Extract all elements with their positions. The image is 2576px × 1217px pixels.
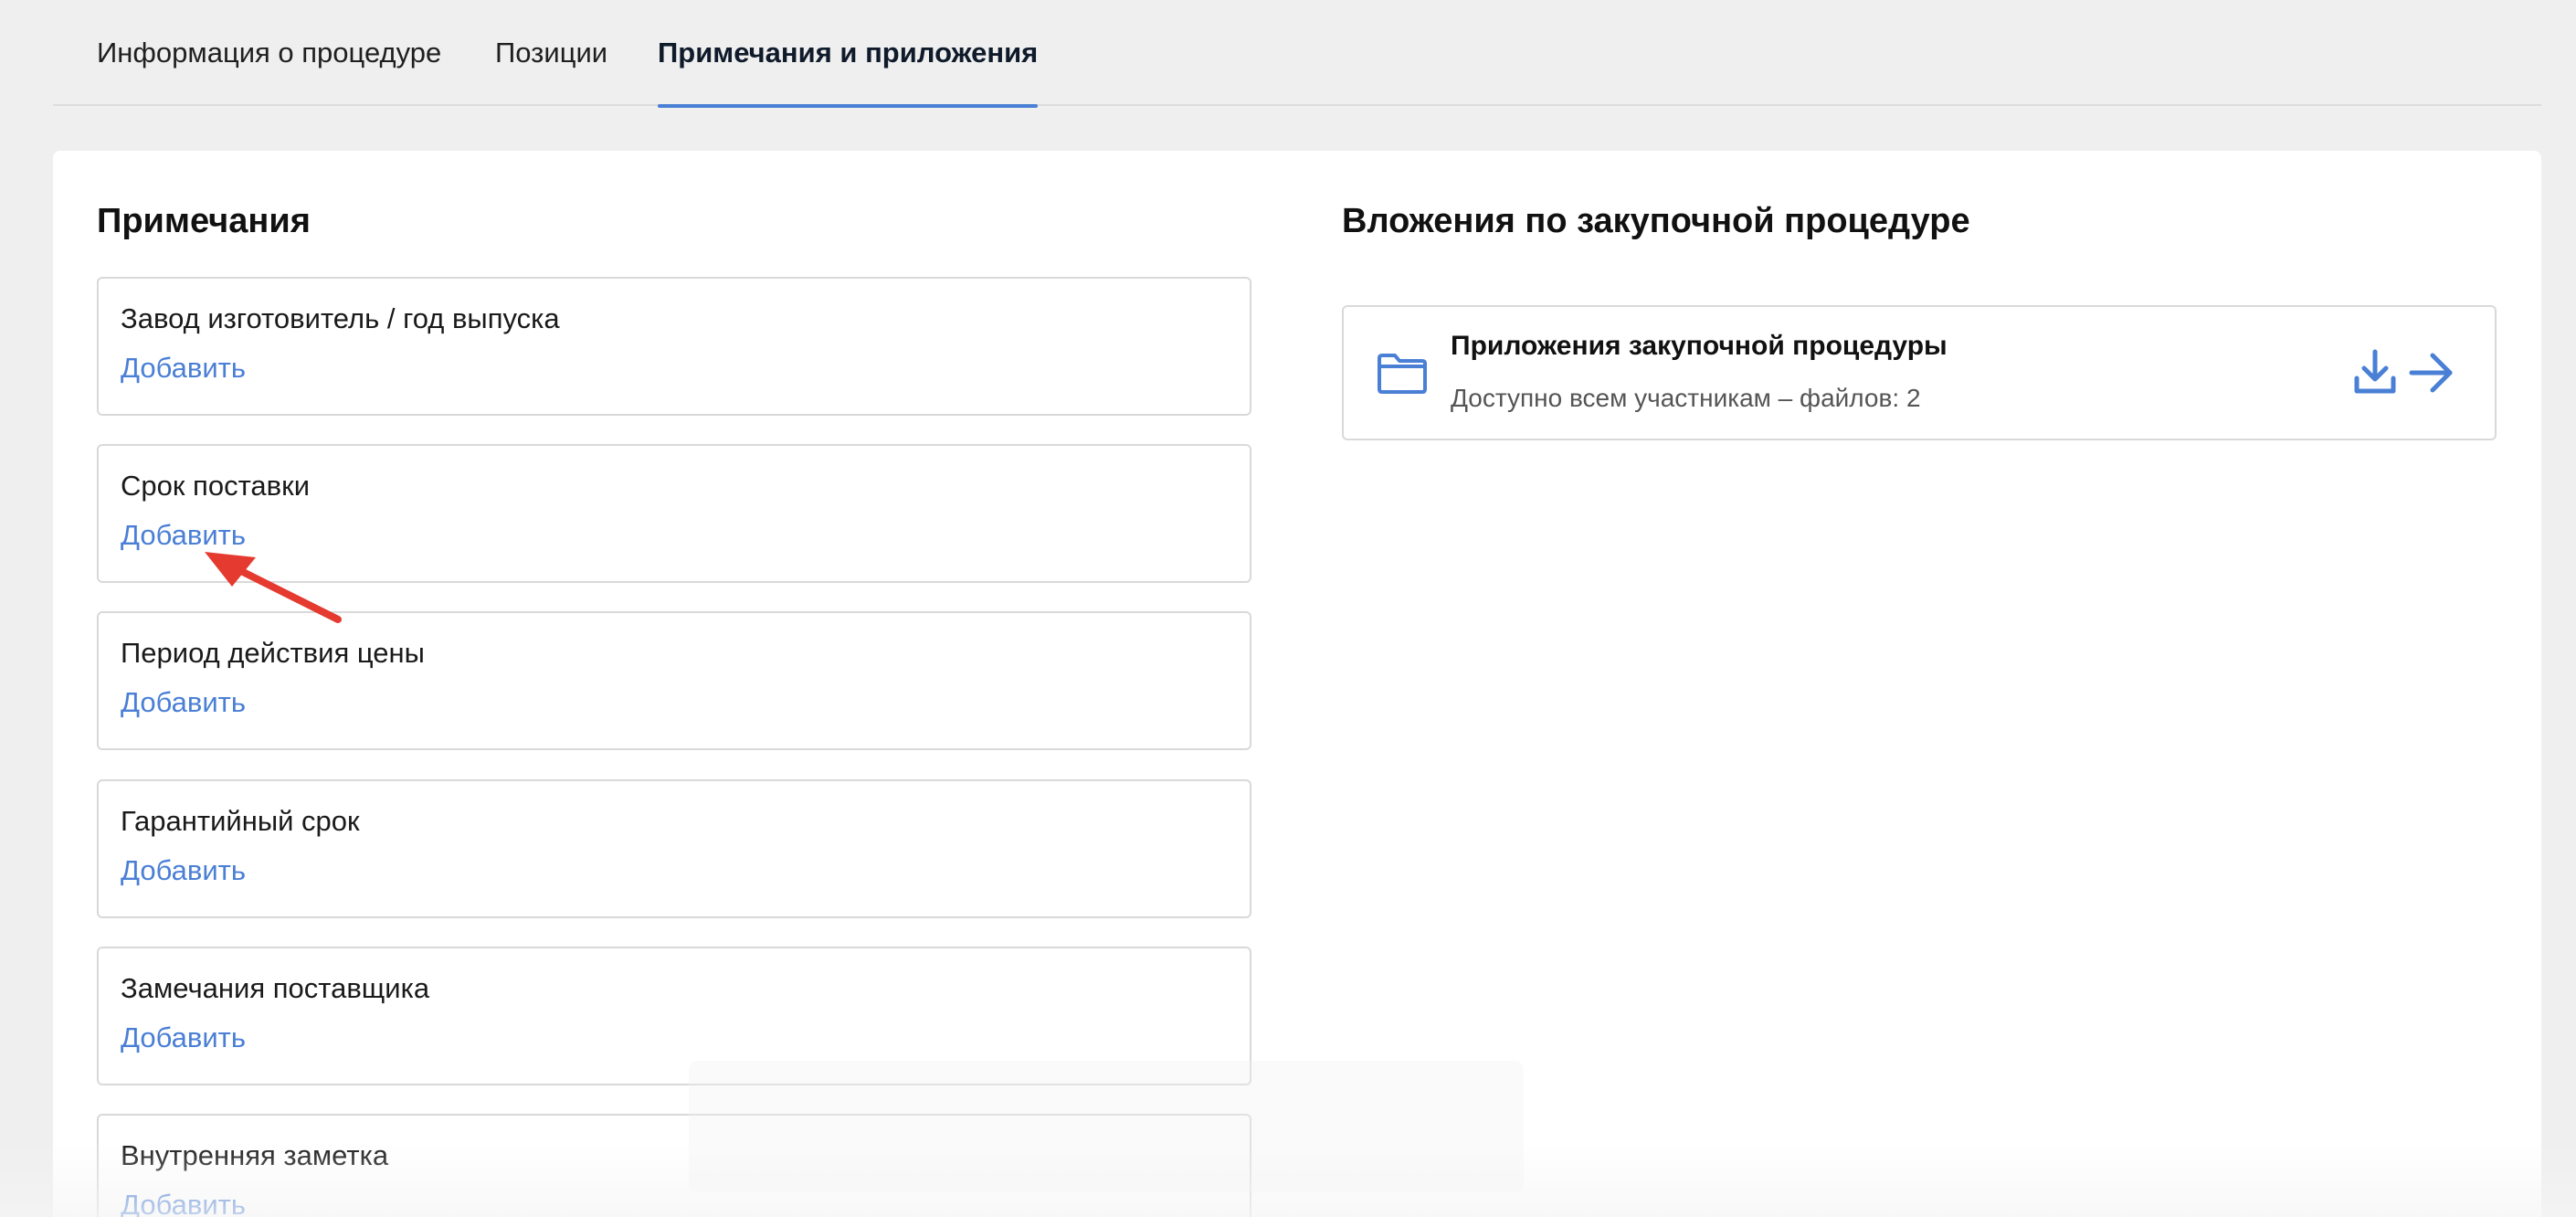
note-label: Замечания поставщика	[121, 972, 430, 1004]
annotation-arrow-icon	[205, 552, 342, 623]
note-label: Период действия цены	[121, 637, 425, 669]
note-label: Гарантийный срок	[121, 805, 360, 837]
content-card: Примечания Завод изготовитель / год выпу…	[53, 151, 2541, 1217]
notes-section-title: Примечания	[97, 202, 311, 240]
attachment-folder-description: Доступно всем участникам – файлов: 2	[1451, 384, 1921, 412]
note-item-warranty: Гарантийный срок Добавить	[97, 779, 1251, 918]
attachment-folder-name: Приложения закупочной процедуры	[1451, 331, 1948, 361]
note-item-manufacturer: Завод изготовитель / год выпуска Добавит…	[97, 277, 1251, 416]
folder-icon	[1378, 354, 1427, 394]
add-note-link[interactable]: Добавить	[121, 1189, 246, 1217]
add-note-link[interactable]: Добавить	[121, 1021, 246, 1054]
note-label: Завод изготовитель / год выпуска	[121, 302, 560, 334]
add-note-link[interactable]: Добавить	[121, 352, 246, 385]
note-label: Срок поставки	[121, 470, 311, 502]
faded-toast-overlay	[689, 1061, 1524, 1192]
arrow-right-icon[interactable]	[2409, 353, 2455, 393]
tab-procedure-info[interactable]: Информация о процедуре	[97, 37, 441, 106]
add-note-link[interactable]: Добавить	[121, 686, 246, 719]
download-icon[interactable]	[2353, 349, 2397, 395]
add-note-link[interactable]: Добавить	[121, 854, 246, 887]
note-label: Внутренняя заметка	[121, 1139, 389, 1171]
attachment-folder-row[interactable]: Приложения закупочной процедуры Доступно…	[1342, 305, 2497, 440]
tab-bar: Информация о процедуре Позиции Примечани…	[53, 0, 2541, 108]
tab-positions[interactable]: Позиции	[495, 37, 607, 106]
page: Информация о процедуре Позиции Примечани…	[0, 0, 2576, 1217]
note-item-price-validity: Период действия цены Добавить	[97, 611, 1251, 750]
tab-notes-attachments[interactable]: Примечания и приложения	[658, 37, 1039, 108]
attachments-section-title: Вложения по закупочной процедуре	[1342, 202, 1970, 240]
